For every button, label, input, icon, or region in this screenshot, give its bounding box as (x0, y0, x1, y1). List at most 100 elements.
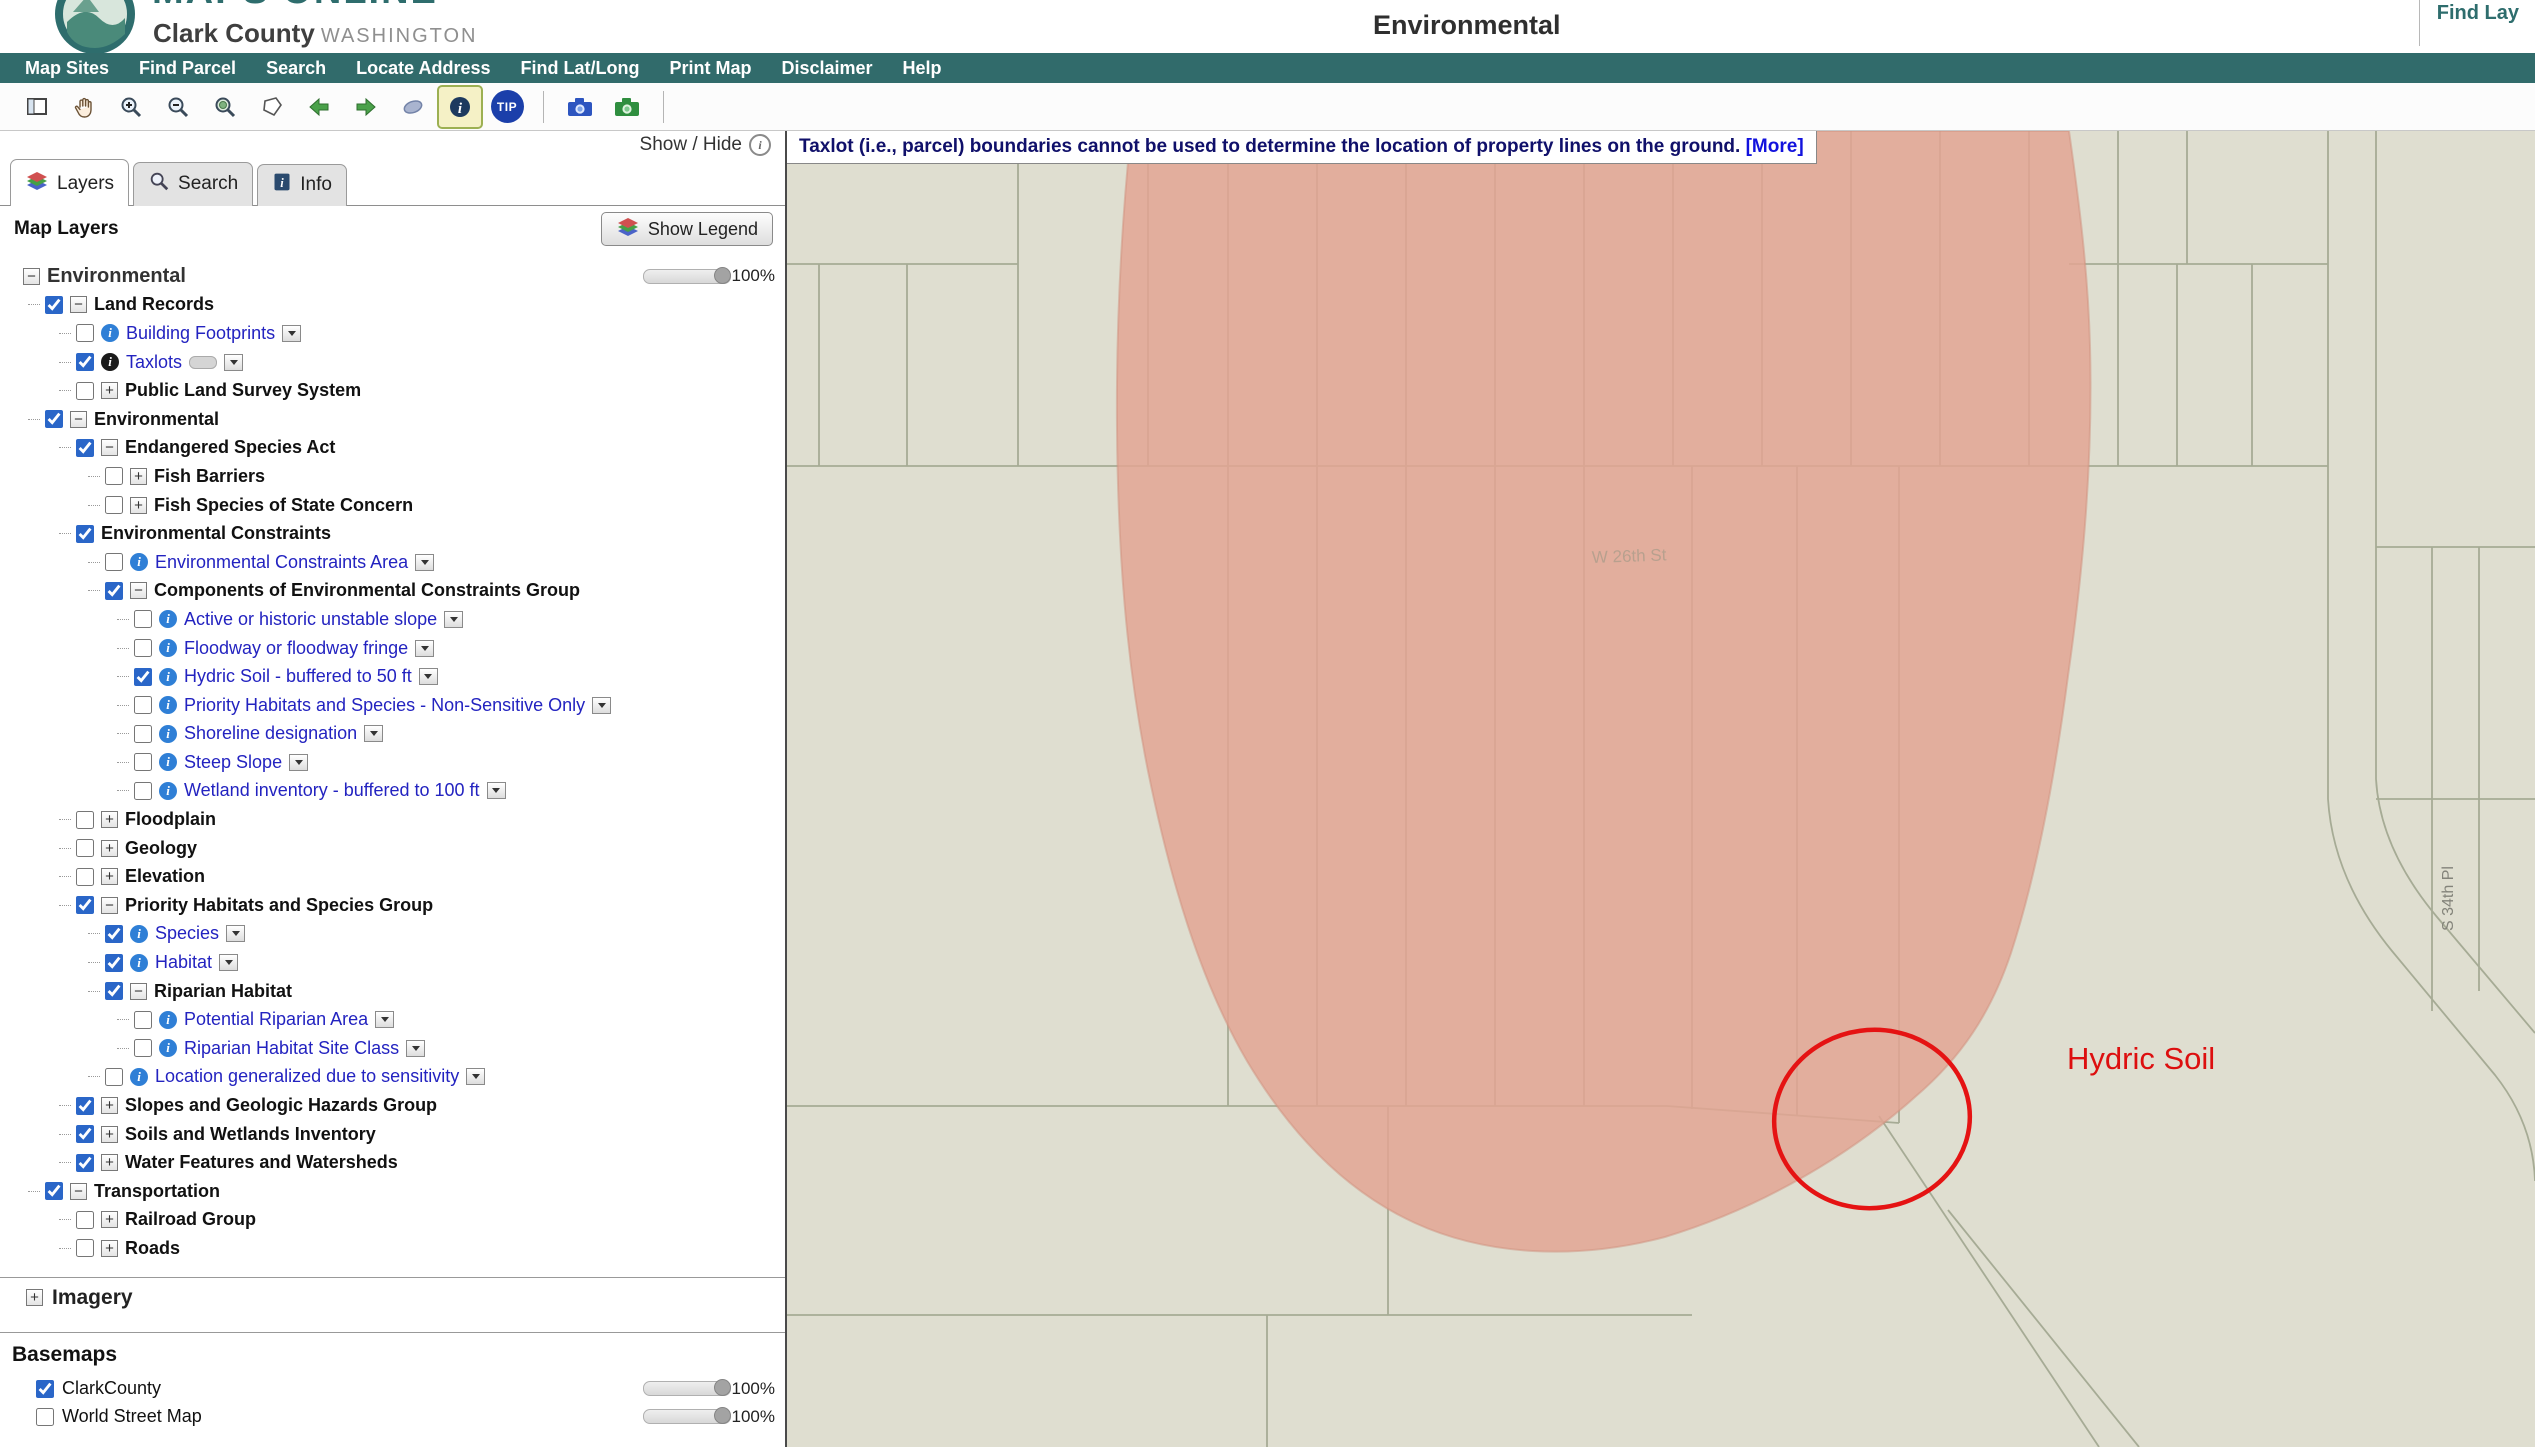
info-icon[interactable]: i (130, 925, 148, 943)
tree-expand-toggle[interactable]: + (101, 1097, 118, 1114)
info-icon[interactable]: i (159, 1011, 177, 1029)
layer-options-dropdown[interactable] (289, 754, 308, 771)
layer-options-dropdown[interactable] (444, 611, 463, 628)
layer-options-dropdown[interactable] (487, 782, 506, 799)
layer-checkbox[interactable] (134, 668, 152, 686)
layer-options-dropdown[interactable] (415, 640, 434, 657)
info-icon[interactable]: i (101, 324, 119, 342)
extent-box-tool[interactable] (16, 87, 58, 127)
info-icon[interactable]: i (159, 725, 177, 743)
layer-label[interactable]: Priority Habitats and Species - Non-Sens… (184, 695, 585, 716)
find-layer-link[interactable]: Find Lay (2437, 2, 2519, 25)
info-icon[interactable]: i (159, 639, 177, 657)
layer-label[interactable]: Potential Riparian Area (184, 1009, 368, 1030)
info-icon[interactable]: i (101, 353, 119, 371)
more-link[interactable]: [More] (1746, 136, 1804, 157)
layer-options-dropdown[interactable] (219, 954, 238, 971)
layer-checkbox[interactable] (134, 782, 152, 800)
menu-item-disclaimer[interactable]: Disclaimer (766, 58, 887, 79)
tree-expand-toggle[interactable]: − (70, 1183, 87, 1200)
layer-checkbox[interactable] (76, 1211, 94, 1229)
previous-extent-button[interactable] (298, 87, 340, 127)
layer-options-dropdown[interactable] (226, 925, 245, 942)
layer-checkbox[interactable] (105, 1068, 123, 1086)
info-icon[interactable]: i (159, 696, 177, 714)
tab-search[interactable]: Search (133, 162, 253, 206)
layer-checkbox[interactable] (45, 296, 63, 314)
menu-item-map-sites[interactable]: Map Sites (10, 58, 124, 79)
layer-checkbox[interactable] (76, 1154, 94, 1172)
layer-label[interactable]: Building Footprints (126, 323, 275, 344)
zoom-out-tool[interactable] (157, 87, 199, 127)
info-icon[interactable]: i (130, 553, 148, 571)
layer-options-dropdown[interactable] (415, 554, 434, 571)
menu-item-help[interactable]: Help (888, 58, 957, 79)
layer-checkbox[interactable] (134, 1039, 152, 1057)
layer-checkbox[interactable] (76, 1097, 94, 1115)
layer-checkbox[interactable] (76, 439, 94, 457)
imagery-section[interactable]: + Imagery (0, 1278, 785, 1318)
layer-checkbox[interactable] (134, 725, 152, 743)
tree-expand-toggle[interactable]: + (130, 497, 147, 514)
eraser-tool[interactable] (392, 87, 434, 127)
layer-checkbox[interactable] (45, 410, 63, 428)
basemap-opacity-slider[interactable] (643, 1409, 731, 1424)
basemap-opacity-slider[interactable] (643, 1381, 731, 1396)
layer-checkbox[interactable] (134, 610, 152, 628)
layer-options-dropdown[interactable] (282, 325, 301, 342)
tree-expand-toggle[interactable]: + (101, 811, 118, 828)
zoom-in-tool[interactable] (110, 87, 152, 127)
tree-expand-toggle[interactable]: + (101, 1126, 118, 1143)
zoom-full-extent-tool[interactable] (204, 87, 246, 127)
tree-expand-toggle[interactable]: − (70, 296, 87, 313)
tree-expand-toggle[interactable]: + (101, 868, 118, 885)
basemap-checkbox[interactable] (36, 1408, 54, 1426)
tab-layers[interactable]: Layers (10, 159, 129, 206)
identify-tool[interactable]: i (439, 87, 481, 127)
show-hide-link[interactable]: Show / Hide (640, 134, 742, 156)
layer-checkbox[interactable] (76, 382, 94, 400)
layer-label[interactable]: Floodway or floodway fringe (184, 638, 408, 659)
layer-label[interactable]: Hydric Soil - buffered to 50 ft (184, 666, 412, 687)
layer-checkbox[interactable] (45, 1182, 63, 1200)
layer-options-dropdown[interactable] (364, 725, 383, 742)
layer-checkbox[interactable] (76, 1125, 94, 1143)
layer-checkbox[interactable] (76, 896, 94, 914)
layer-options-dropdown[interactable] (592, 697, 611, 714)
tab-info[interactable]: iInfo (257, 164, 347, 206)
layer-label[interactable]: Species (155, 923, 219, 944)
tree-expand-toggle[interactable]: − (101, 897, 118, 914)
opacity-slider[interactable] (643, 269, 731, 284)
tree-expand-toggle[interactable]: − (23, 268, 40, 285)
layer-checkbox[interactable] (105, 582, 123, 600)
basemap-checkbox[interactable] (36, 1380, 54, 1398)
layer-checkbox[interactable] (134, 639, 152, 657)
layer-options-dropdown[interactable] (224, 354, 243, 371)
layer-checkbox[interactable] (76, 525, 94, 543)
layer-checkbox[interactable] (76, 839, 94, 857)
layer-checkbox[interactable] (105, 496, 123, 514)
select-shape-tool[interactable] (251, 87, 293, 127)
show-legend-button[interactable]: Show Legend (601, 212, 773, 246)
camera-blue-button[interactable] (559, 87, 601, 127)
info-icon[interactable]: i (159, 610, 177, 628)
layer-options-dropdown[interactable] (419, 668, 438, 685)
layer-checkbox[interactable] (76, 324, 94, 342)
info-icon[interactable]: i (159, 753, 177, 771)
layer-label[interactable]: Active or historic unstable slope (184, 609, 437, 630)
layer-checkbox[interactable] (76, 1239, 94, 1257)
tree-expand-toggle[interactable]: + (101, 1154, 118, 1171)
layer-label[interactable]: Wetland inventory - buffered to 100 ft (184, 780, 480, 801)
layer-checkbox[interactable] (76, 353, 94, 371)
layer-checkbox[interactable] (134, 1011, 152, 1029)
layer-label[interactable]: Steep Slope (184, 752, 282, 773)
tree-expand-toggle[interactable]: − (130, 582, 147, 599)
tip-button[interactable]: TIP (486, 87, 528, 127)
menu-item-find-lat-long[interactable]: Find Lat/Long (506, 58, 655, 79)
layer-checkbox[interactable] (76, 811, 94, 829)
layer-checkbox[interactable] (105, 925, 123, 943)
layer-label[interactable]: Taxlots (126, 352, 182, 373)
info-icon[interactable]: i (159, 1039, 177, 1057)
menu-item-find-parcel[interactable]: Find Parcel (124, 58, 251, 79)
menu-item-locate-address[interactable]: Locate Address (341, 58, 505, 79)
